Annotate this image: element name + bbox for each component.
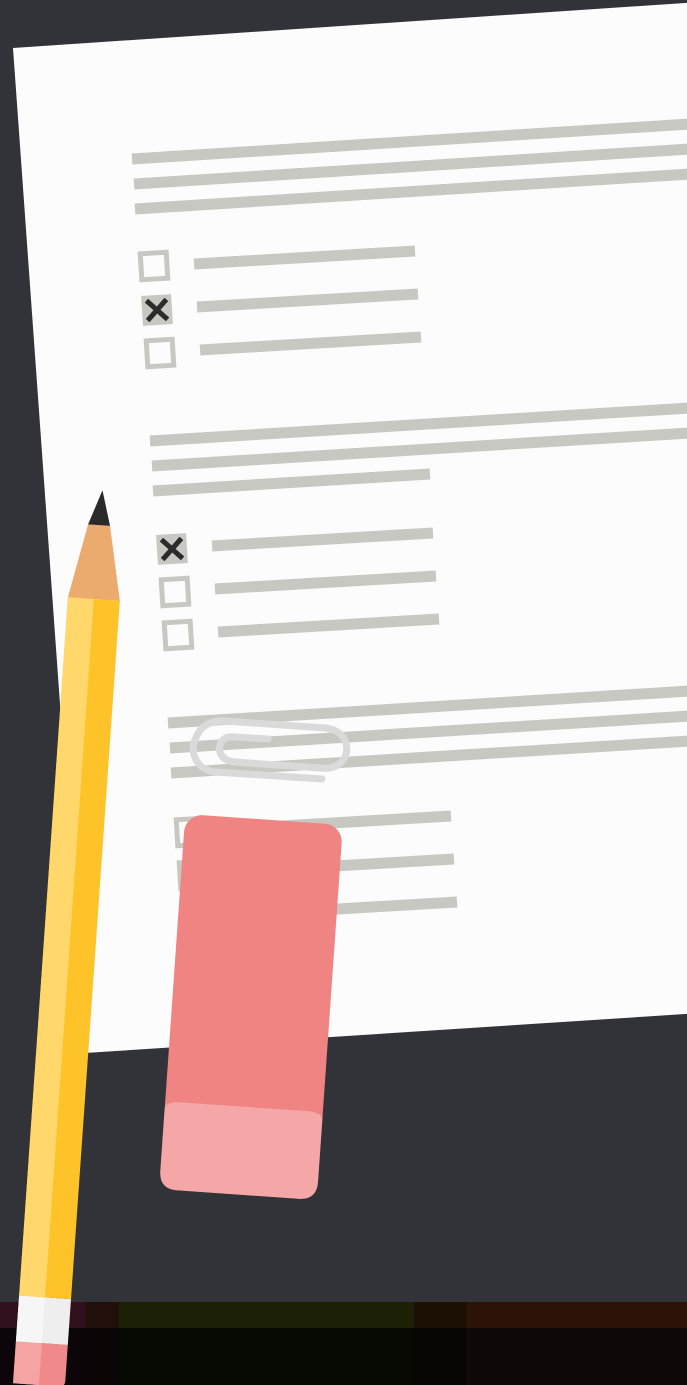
checkbox-checked[interactable] bbox=[156, 533, 188, 565]
test-sheet-illustration bbox=[0, 0, 687, 1385]
bottom-band bbox=[0, 1302, 687, 1385]
checkbox-checked[interactable] bbox=[141, 294, 173, 326]
eraser[interactable] bbox=[159, 814, 343, 1200]
